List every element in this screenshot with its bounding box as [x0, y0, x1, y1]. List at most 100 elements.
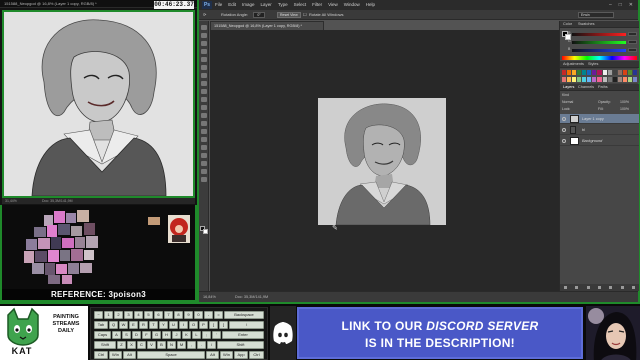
blue-value-field[interactable]	[628, 48, 637, 52]
red-slider[interactable]	[572, 33, 626, 36]
key: V	[147, 341, 156, 349]
key-win-left: Win	[109, 351, 122, 359]
gradient-tool-icon[interactable]	[201, 113, 207, 118]
opacity-value[interactable]: 100%	[620, 99, 629, 105]
blur-tool-icon[interactable]	[201, 121, 207, 126]
visibility-eye-icon[interactable]	[562, 117, 566, 121]
marquee-tool-icon[interactable]	[201, 33, 207, 38]
red-value-field[interactable]	[628, 32, 637, 36]
style-swatch-grid[interactable]	[560, 69, 639, 83]
clone-stamp-tool-icon[interactable]	[201, 89, 207, 94]
lock-label: Lock:	[562, 107, 571, 111]
green-value-field[interactable]	[628, 40, 637, 44]
menu-help[interactable]: Help	[366, 0, 375, 10]
path-select-tool-icon[interactable]	[201, 153, 207, 158]
reset-view-button[interactable]: Reset View	[277, 12, 301, 18]
fill-value[interactable]: 100%	[620, 106, 629, 112]
tagline-line-1: PAINTING	[53, 314, 79, 320]
layer-mask-icon[interactable]	[586, 286, 590, 289]
zoom-tool-icon[interactable]	[201, 177, 207, 182]
quick-select-tool-icon[interactable]	[201, 49, 207, 54]
cat-logo-icon	[7, 307, 39, 346]
new-layer-icon[interactable]	[620, 286, 624, 289]
menu-type[interactable]: Type	[278, 0, 288, 10]
layer-style-icon[interactable]	[575, 286, 579, 289]
key: 3	[124, 311, 133, 319]
menu-layer[interactable]: Layer	[261, 0, 272, 10]
rotate-all-checkbox-icon[interactable]: ☐	[303, 10, 307, 20]
visibility-eye-icon[interactable]	[562, 139, 566, 143]
tab-adjustments[interactable]: Adjustments	[563, 61, 584, 68]
adjustment-layer-icon[interactable]	[597, 286, 601, 289]
key-shift-left: Shift	[94, 341, 116, 349]
new-group-icon[interactable]	[609, 286, 613, 289]
key: C	[137, 341, 146, 349]
tab-paths[interactable]: Paths	[598, 84, 608, 91]
eyedropper-tool-icon[interactable]	[201, 65, 207, 70]
history-brush-tool-icon[interactable]	[201, 97, 207, 102]
opacity-label: Opacity:	[598, 100, 611, 104]
dodge-tool-icon[interactable]	[201, 129, 207, 134]
key: .	[197, 341, 206, 349]
layer-name: Background	[582, 139, 603, 143]
rotation-angle-field[interactable]: 0°	[253, 12, 265, 18]
layer-row-layer-1-copy[interactable]: Layer 1 copy	[560, 114, 639, 124]
delete-layer-icon[interactable]	[631, 286, 635, 289]
menu-view[interactable]: View	[328, 0, 338, 10]
discord-icon	[273, 322, 293, 344]
hand-tool-icon[interactable]	[201, 169, 207, 174]
crop-tool-icon[interactable]	[201, 57, 207, 62]
menu-image[interactable]: Image	[242, 0, 255, 10]
workspace-select[interactable]: Erwin	[578, 12, 614, 18]
key: S	[122, 331, 131, 339]
shape-tool-icon[interactable]	[201, 161, 207, 166]
tab-swatches[interactable]: Swatches	[578, 21, 594, 28]
menu-select[interactable]: Select	[294, 0, 307, 10]
key: 2	[114, 311, 123, 319]
green-slider[interactable]	[572, 41, 626, 44]
color-spectrum-bar[interactable]	[562, 56, 637, 60]
menu-edit[interactable]: Edit	[228, 0, 236, 10]
discord-banner[interactable]: LINK TO OUR DISCORD SERVER IS IN THE DES…	[297, 307, 583, 359]
pen-tool-icon[interactable]	[201, 137, 207, 142]
rotate-view-tool-icon[interactable]: ⟳	[203, 10, 206, 20]
tab-layers[interactable]: Layers	[563, 84, 574, 91]
layer-kind-filter[interactable]: Kind	[562, 93, 569, 97]
minimize-icon[interactable]: –	[609, 0, 612, 10]
brush-tool-icon[interactable]	[201, 81, 207, 86]
key: D	[132, 331, 141, 339]
tab-color[interactable]: Color	[563, 21, 572, 28]
healing-tool-icon[interactable]	[201, 73, 207, 78]
key: E	[129, 321, 138, 329]
layer-thumbnail	[570, 115, 579, 123]
document-tab[interactable]: 151588_Neopgod @ 16,8% (Layer 1 copy, RG…	[210, 21, 324, 30]
layer-thumbnail	[570, 137, 579, 145]
blue-slider[interactable]	[572, 49, 626, 52]
layer-name: bl	[582, 128, 585, 132]
stream-clock: 00:46:23.37	[154, 1, 194, 9]
lasso-tool-icon[interactable]	[201, 41, 207, 46]
blend-mode-select[interactable]: Normal	[562, 100, 573, 104]
canvas-workspace[interactable]: ✎	[210, 30, 559, 291]
link-layers-icon[interactable]	[564, 286, 568, 289]
layer-row-bl[interactable]: bl	[560, 125, 639, 135]
tab-styles[interactable]: Styles	[588, 61, 598, 68]
visibility-eye-icon[interactable]	[562, 128, 566, 132]
document-canvas[interactable]	[318, 98, 446, 225]
tab-channels[interactable]: Channels	[578, 84, 594, 91]
type-tool-icon[interactable]	[201, 145, 207, 150]
menu-file[interactable]: File	[215, 0, 222, 10]
move-tool-icon[interactable]	[201, 25, 207, 30]
close-icon[interactable]: ✕	[629, 0, 633, 10]
background-color-swatch[interactable]	[203, 229, 208, 234]
left-painting-canvas[interactable]	[2, 10, 195, 198]
zoom-readout[interactable]: 16,84%	[203, 292, 216, 302]
menu-window[interactable]: Window	[344, 0, 360, 10]
key-alt-left: Alt	[123, 351, 136, 359]
menu-filter[interactable]: Filter	[312, 0, 322, 10]
kat-name: KAT	[11, 346, 33, 356]
maximize-icon[interactable]: □	[619, 0, 622, 10]
layer-row-background[interactable]: Background	[560, 136, 639, 146]
key-ctrl-right: Ctrl	[249, 351, 264, 359]
eraser-tool-icon[interactable]	[201, 105, 207, 110]
